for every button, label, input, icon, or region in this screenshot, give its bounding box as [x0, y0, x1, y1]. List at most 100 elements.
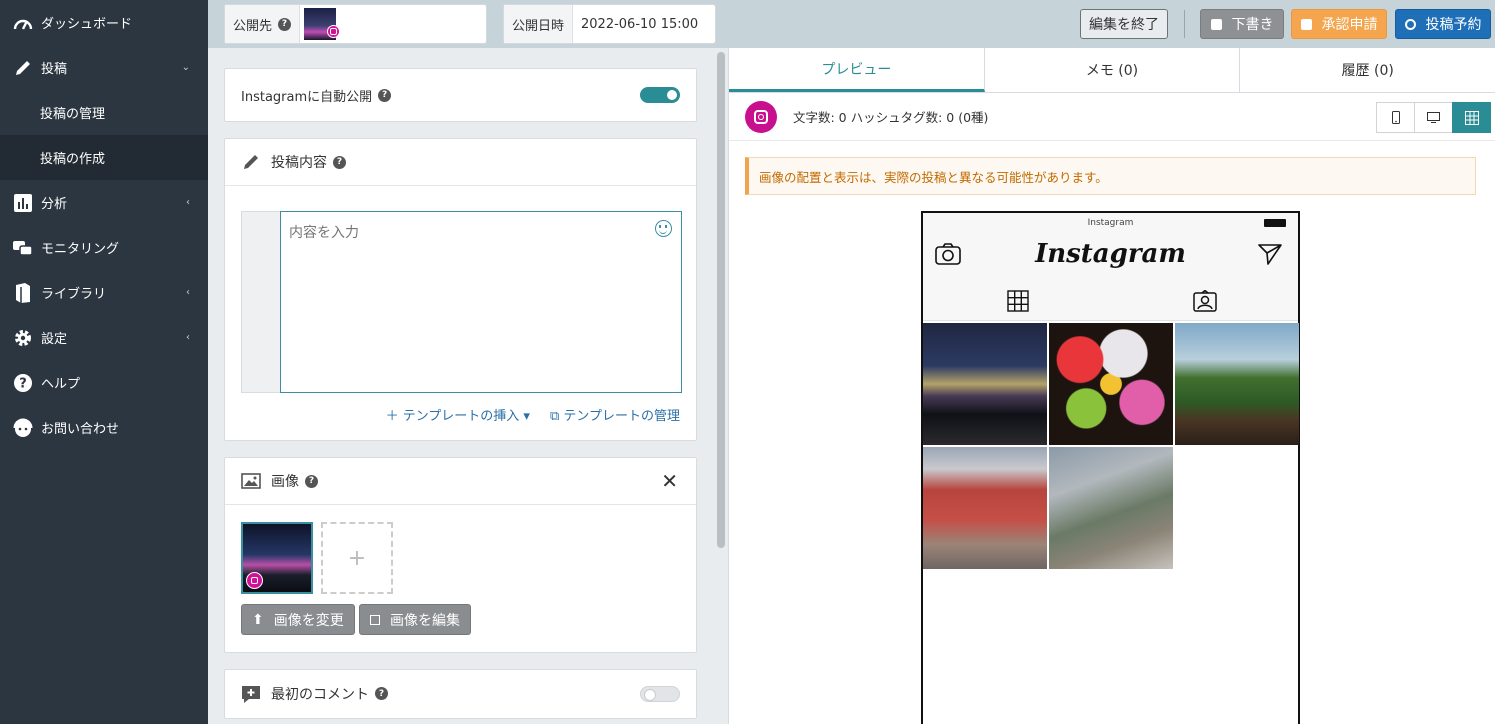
sidebar-item-label: ダッシュボード: [41, 17, 133, 32]
draft-label: 下書き: [1231, 17, 1274, 33]
instagram-icon[interactable]: [745, 100, 777, 133]
approval-label: 承認申請: [1321, 17, 1378, 33]
editor-gutter: [242, 212, 280, 392]
add-image-button[interactable]: +: [321, 522, 393, 594]
preview-panel: プレビュー メモ (0) 履歴 (0) 文字数: 0 ハッシュタグ数: 0 (0…: [728, 48, 1495, 724]
bar-chart-icon: [12, 192, 34, 214]
publish-datetime-field[interactable]: 公開日時 2022-06-10 15:00: [503, 4, 716, 44]
image-thumbnail[interactable]: [241, 522, 313, 594]
schedule-post-button[interactable]: 投稿予約: [1395, 9, 1491, 39]
desktop-icon: [1427, 112, 1440, 123]
approval-icon: [1300, 18, 1312, 30]
approval-request-button[interactable]: 承認申請: [1291, 9, 1387, 39]
help-icon[interactable]: ?: [375, 687, 388, 700]
draft-button[interactable]: 下書き: [1200, 9, 1284, 39]
grid-photo[interactable]: [1049, 323, 1173, 445]
auto-publish-card: Instagramに自動公開 ?: [224, 68, 697, 122]
instagram-icon: [246, 572, 263, 589]
help-icon[interactable]: ?: [278, 17, 292, 31]
template-links: ＋ テンプレートの挿入 ▾ ⧉ テンプレートの管理: [386, 405, 680, 424]
mobile-view-button[interactable]: [1376, 102, 1415, 133]
post-content-title: 投稿内容: [271, 155, 327, 171]
sidebar-item-analytics[interactable]: 分析 ‹: [0, 180, 208, 225]
sidebar-item-label: 分析: [41, 197, 68, 212]
chevron-down-icon: ⌄: [181, 62, 190, 73]
end-edit-button[interactable]: 編集を終了: [1080, 9, 1168, 39]
character-count-stats: 文字数: 0 ハッシュタグ数: 0 (0種): [793, 110, 989, 125]
sidebar-subitem-create-post[interactable]: 投稿の作成: [0, 135, 208, 180]
grid-photo[interactable]: [923, 323, 1047, 445]
editor-scrollbar[interactable]: [717, 52, 725, 548]
change-image-button[interactable]: ⬆ 画像を変更: [241, 604, 355, 635]
sidebar: ダッシュボード 投稿 ⌄ 投稿の管理 投稿の作成 分析 ‹ モニタリング ライブ…: [0, 0, 208, 724]
pencil-icon: [12, 57, 34, 79]
first-comment-toggle[interactable]: [640, 685, 680, 702]
sidebar-item-settings[interactable]: 設定 ‹: [0, 315, 208, 360]
chevron-left-icon: ‹: [186, 197, 190, 208]
sidebar-item-contact[interactable]: お問い合わせ: [0, 405, 208, 450]
top-toolbar: 公開先 ? 公開日時 2022-06-10 15:00 編集を終了 下書き 承認…: [208, 0, 1495, 48]
svg-text:?: ?: [19, 376, 27, 391]
content-textarea[interactable]: [280, 211, 682, 393]
phone-mockup: Instagram Instagram: [921, 211, 1300, 724]
first-comment-title: 最初のコメント: [271, 686, 369, 703]
gear-icon: [12, 327, 34, 349]
sidebar-item-monitoring[interactable]: モニタリング: [0, 225, 208, 270]
sidebar-item-label: モニタリング: [41, 242, 120, 257]
image-header: 画像 ? ✕: [225, 458, 696, 505]
phone-status-title: Instagram: [1087, 218, 1134, 228]
grid-photo[interactable]: [923, 447, 1047, 569]
instagram-header: Instagram Instagram: [923, 213, 1298, 321]
close-icon[interactable]: ✕: [661, 469, 678, 493]
auto-publish-toggle[interactable]: [640, 87, 680, 103]
tagged-icon: [1193, 290, 1217, 312]
chevron-left-icon: ‹: [186, 332, 190, 343]
emoji-icon[interactable]: [655, 220, 672, 237]
dashboard-gauge-icon: [12, 12, 34, 34]
book-icon: [12, 282, 34, 304]
publish-datetime-label: 公開日時: [512, 18, 565, 34]
sidebar-item-label: 設定: [41, 332, 68, 347]
help-icon[interactable]: ?: [378, 88, 392, 102]
change-image-label: 画像を変更: [273, 612, 344, 629]
publish-datetime-value[interactable]: 2022-06-10 15:00: [573, 17, 698, 32]
preview-tabs: プレビュー メモ (0) 履歴 (0): [729, 48, 1495, 93]
tab-preview[interactable]: プレビュー: [729, 48, 985, 92]
insert-template-link[interactable]: ＋ テンプレートの挿入 ▾: [386, 405, 530, 424]
save-icon: [1210, 18, 1222, 30]
tab-memo[interactable]: メモ (0): [985, 48, 1241, 92]
schedule-label: 投稿予約: [1425, 17, 1482, 33]
sidebar-subitem-label: 投稿の管理: [40, 107, 106, 122]
publish-target-field[interactable]: 公開先 ?: [224, 4, 487, 44]
sidebar-item-dashboard[interactable]: ダッシュボード: [0, 0, 208, 45]
grid-view-button[interactable]: [1452, 102, 1491, 133]
send-icon: [1258, 244, 1282, 265]
sidebar-item-posts[interactable]: 投稿 ⌄: [0, 45, 208, 90]
instagram-icon: [327, 25, 341, 38]
manage-template-link[interactable]: ⧉ テンプレートの管理: [550, 405, 680, 424]
help-icon[interactable]: ?: [333, 155, 346, 169]
tab-history[interactable]: 履歴 (0): [1240, 48, 1495, 92]
grid-photo[interactable]: [1049, 447, 1173, 569]
sidebar-subitem-manage-posts[interactable]: 投稿の管理: [0, 90, 208, 135]
grid-photo[interactable]: [1175, 323, 1299, 445]
image-card: 画像 ? ✕ + ⬆ 画像を変更 画像を編集: [224, 457, 697, 653]
auto-publish-label: Instagramに自動公開: [241, 89, 373, 105]
pencil-icon: [244, 155, 258, 169]
edit-image-label: 画像を編集: [390, 612, 460, 629]
first-comment-header: 最初のコメント ?: [225, 670, 696, 717]
support-icon: [12, 417, 34, 439]
sidebar-item-help[interactable]: ? ヘルプ: [0, 360, 208, 405]
mobile-icon: [1391, 111, 1400, 124]
edit-image-button[interactable]: 画像を編集: [359, 604, 471, 635]
image-icon: [241, 473, 261, 489]
notice-text: 画像の配置と表示は、実際の投稿と異なる可能性があります。: [759, 169, 1108, 185]
desktop-view-button[interactable]: [1414, 102, 1453, 133]
account-thumbnail: [304, 8, 341, 40]
grid-icon: [1464, 110, 1479, 125]
help-icon[interactable]: ?: [305, 474, 318, 488]
grid-icon: [1007, 290, 1029, 312]
edit-icon: [370, 614, 380, 625]
sidebar-item-library[interactable]: ライブラリ ‹: [0, 270, 208, 315]
content-editor: [241, 211, 682, 393]
